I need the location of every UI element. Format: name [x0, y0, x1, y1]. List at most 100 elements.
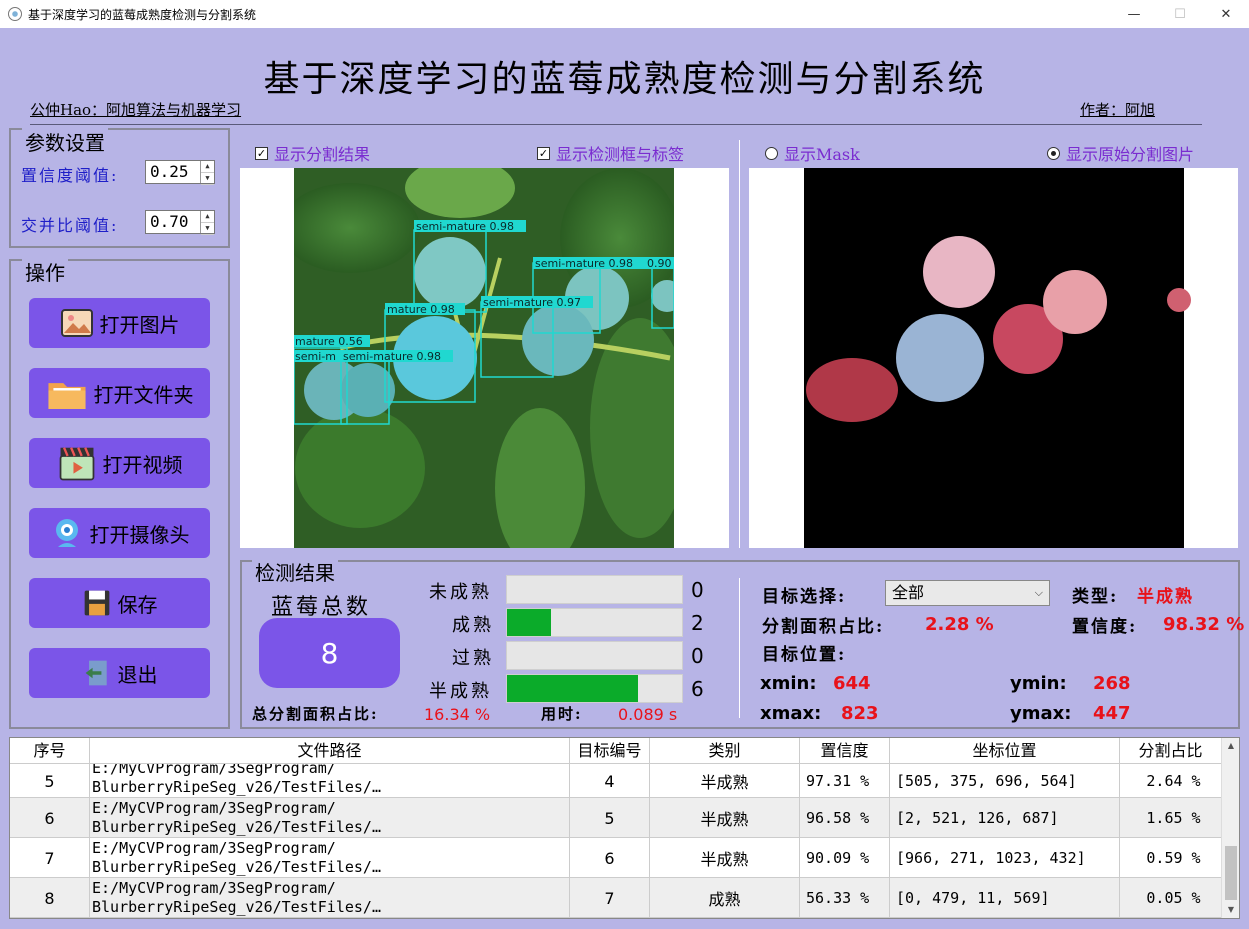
window-title: 基于深度学习的蓝莓成熟度检测与分割系统: [28, 7, 257, 22]
iou-threshold-spinbox[interactable]: 0.70 ▲ ▼: [145, 210, 215, 235]
maximize-button[interactable]: ☐: [1157, 0, 1203, 28]
col-path-overlay: 文件路径: [90, 738, 570, 764]
results-divider: [739, 578, 740, 718]
segmentation-image: [804, 168, 1191, 548]
open-video-button[interactable]: 打开视频: [29, 438, 210, 488]
spin-up-icon[interactable]: ▲: [201, 161, 214, 173]
image-icon: [60, 309, 93, 337]
minimize-button[interactable]: —: [1111, 0, 1157, 28]
cell-position: [966, 271, 1023, 432]: [890, 838, 1120, 877]
show-box-label: 显示检测框与标签: [556, 145, 685, 164]
confidence-label: 置信度:: [1072, 617, 1138, 637]
target-select-label: 目标选择:: [762, 587, 847, 607]
cell-target-id: 5: [570, 798, 650, 837]
save-label: 保存: [117, 592, 158, 617]
overripe-bar: [506, 641, 683, 670]
show-mask-radio[interactable]: 显示Mask: [765, 141, 860, 165]
cell-target-id: 7: [570, 878, 650, 917]
cell-index: 7: [10, 838, 90, 877]
unripe-label: 未成熟: [429, 582, 492, 603]
exit-button[interactable]: 退出: [29, 648, 210, 698]
show-mask-label: 显示Mask: [784, 145, 860, 164]
scroll-thumb[interactable]: [1225, 846, 1237, 900]
results-table[interactable]: 序号 文件路径 目标编号 类别 置信度 坐标位置 分割占比 5 E:/MyCVP…: [9, 737, 1240, 919]
author-label: 作者：阿旭: [1080, 101, 1156, 119]
table-row[interactable]: 6 E:/MyCVProgram/3SegProgram/ BlurberryR…: [10, 798, 1222, 838]
seg-ratio-value: 2.28 %: [925, 614, 994, 635]
semi-ripe-label: 半成熟: [429, 681, 492, 702]
chevron-down-icon: ⌵: [1034, 586, 1043, 599]
show-orig-radio[interactable]: 显示原始分割图片: [1047, 141, 1194, 165]
spin-up-icon[interactable]: ▲: [201, 211, 214, 223]
semi-ripe-bar: [506, 674, 683, 703]
open-folder-label: 打开文件夹: [93, 382, 194, 407]
semi-ripe-count: 6: [691, 677, 704, 701]
show-seg-checkbox[interactable]: ✓ 显示分割结果: [255, 141, 370, 165]
show-orig-label: 显示原始分割图片: [1066, 145, 1195, 164]
cell-target-id: 4: [570, 758, 650, 797]
time-value: 0.089 s: [618, 705, 678, 724]
det-label: semi-mature 0.98: [535, 257, 633, 270]
table-scrollbar[interactable]: ▲ ▼: [1221, 738, 1239, 918]
type-label: 类型:: [1072, 587, 1119, 607]
spin-down-icon[interactable]: ▼: [201, 173, 214, 185]
table-row[interactable]: 5 E:/MyCVProgram/3SegProgram/ BlurberryR…: [10, 758, 1222, 798]
scroll-down-icon[interactable]: ▼: [1222, 902, 1239, 918]
target-select[interactable]: 全部 ⌵: [885, 580, 1050, 606]
open-image-label: 打开图片: [99, 312, 180, 337]
col-ratio-overlay: 分割占比: [1120, 738, 1222, 764]
det-label: 0.90: [647, 257, 672, 270]
cell-class: 成熟: [650, 878, 800, 917]
conf-threshold-value: 0.25: [150, 162, 189, 181]
show-box-checkbox[interactable]: ✓ 显示检测框与标签: [537, 141, 684, 165]
cell-ratio: 2.64 %: [1120, 758, 1222, 797]
table-header-overlay: 序号 文件路径 目标编号 类别 置信度 坐标位置 分割占比: [10, 738, 1222, 764]
col-position-overlay: 坐标位置: [890, 738, 1120, 764]
cell-confidence: 97.31 %: [800, 758, 890, 797]
page-title: 基于深度学习的蓝莓成熟度检测与分割系统: [263, 59, 986, 100]
video-icon: [59, 447, 94, 481]
cell-ratio: 0.59 %: [1120, 838, 1222, 877]
xmin-value: 644: [833, 673, 871, 694]
cell-class: 半成熟: [650, 798, 800, 837]
cell-index: 6: [10, 798, 90, 837]
table-row[interactable]: 7 E:/MyCVProgram/3SegProgram/ BlurberryR…: [10, 838, 1222, 878]
conf-threshold-spinbox[interactable]: 0.25 ▲ ▼: [145, 160, 215, 185]
det-label: mature 0.98: [387, 303, 455, 316]
ymax-value: 447: [1093, 703, 1131, 724]
cell-confidence: 96.58 %: [800, 798, 890, 837]
col-target-id-overlay: 目标编号: [570, 738, 650, 764]
det-label: semi-m: [295, 350, 336, 363]
cell-class: 半成熟: [650, 758, 800, 797]
app-icon: [8, 7, 22, 21]
open-camera-label: 打开摄像头: [89, 522, 190, 547]
total-area-label: 总分割面积占比:: [252, 705, 379, 723]
save-button[interactable]: 保存: [29, 578, 210, 628]
ripe-bar: [506, 608, 683, 637]
cell-path: E:/MyCVProgram/3SegProgram/ BlurberryRip…: [90, 798, 570, 837]
close-button[interactable]: ✕: [1203, 0, 1249, 28]
cell-confidence: 90.09 %: [800, 838, 890, 877]
panel-divider: [739, 140, 740, 548]
table-row[interactable]: 8 E:/MyCVProgram/3SegProgram/ BlurberryR…: [10, 878, 1222, 918]
window-titlebar: 基于深度学习的蓝莓成熟度检测与分割系统 — ☐ ✕: [0, 0, 1249, 28]
radio-checked-icon: [1047, 146, 1060, 160]
spin-down-icon[interactable]: ▼: [201, 223, 214, 235]
scroll-up-icon[interactable]: ▲: [1222, 738, 1239, 754]
open-folder-button[interactable]: 打开文件夹: [29, 368, 210, 418]
open-camera-button[interactable]: 打开摄像头: [29, 508, 210, 558]
exit-label: 退出: [117, 662, 158, 687]
xmin-label: xmin:: [760, 673, 817, 694]
params-group-title: 参数设置: [22, 127, 108, 156]
cell-index: 5: [10, 758, 90, 797]
type-value: 半成熟: [1137, 587, 1194, 607]
cell-position: [0, 479, 11, 569]: [890, 878, 1120, 917]
open-image-button[interactable]: 打开图片: [29, 298, 210, 348]
cell-path: E:/MyCVProgram/3SegProgram/ BlurberryRip…: [90, 838, 570, 877]
ripe-label: 成熟: [452, 615, 494, 636]
ripe-count: 2: [691, 611, 704, 635]
cell-class: 半成熟: [650, 838, 800, 877]
folder-icon: [47, 383, 86, 410]
detection-image-panel: semi-mature 0.98 semi-mature 0.98 0.90 s…: [240, 168, 729, 548]
seg-ratio-label: 分割面积占比:: [762, 617, 885, 637]
